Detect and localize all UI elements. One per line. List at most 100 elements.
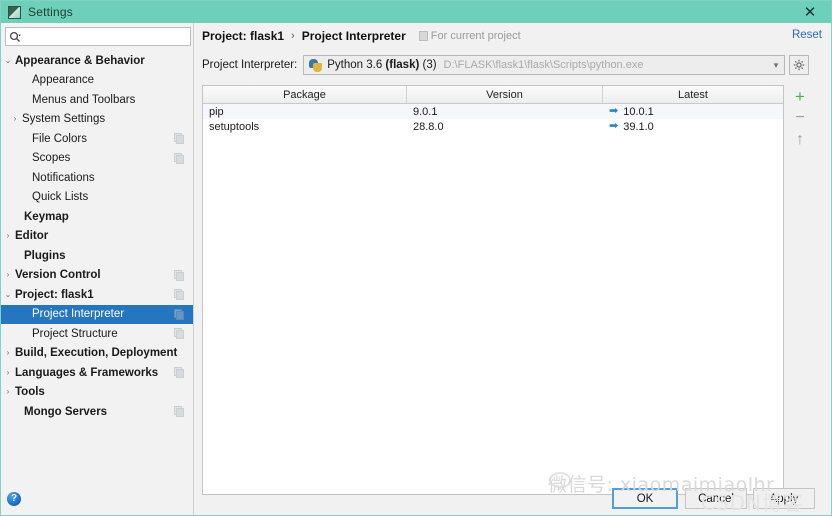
chevron-right-icon[interactable]: › — [1, 388, 15, 396]
sidebar-item-scopes[interactable]: Scopes — [1, 149, 193, 169]
chevron-right-icon[interactable]: › — [1, 349, 15, 357]
sidebar-item-label: Plugins — [24, 249, 66, 262]
interpreter-dropdown[interactable]: Python 3.6 (flask) (3) D:\FLASK\flask1\f… — [303, 55, 786, 75]
packages-table: Package Version Latest pip 9.0.1 ➡ 10.0.1 setu… — [202, 85, 784, 495]
sidebar-item-appearance[interactable]: Appearance — [1, 71, 193, 91]
column-header-version[interactable]: Version — [407, 86, 603, 103]
breadcrumb-note: For current project — [418, 30, 521, 42]
breadcrumb-project[interactable]: Project: flask1 — [202, 29, 284, 43]
gear-icon[interactable] — [789, 55, 810, 75]
apply-button[interactable]: Apply — [753, 488, 815, 509]
sidebar-item-label: Editor — [15, 230, 49, 243]
chevron-down-icon[interactable]: ⌄ — [1, 56, 15, 65]
sidebar-item-label: Version Control — [15, 269, 101, 282]
packages-table-body: pip 9.0.1 ➡ 10.0.1 setuptools 28.8.0 ➡ 39.1.0 — [203, 104, 783, 134]
cell-latest: ➡ 10.0.1 — [603, 104, 783, 119]
sidebar-item-plugins[interactable]: Plugins — [1, 246, 193, 266]
scope-icon — [174, 367, 185, 378]
interpreter-name-env: (flask) — [385, 59, 420, 71]
chevron-right-icon[interactable]: › — [1, 271, 15, 279]
cell-version: 28.8.0 — [413, 120, 444, 133]
settings-tree: ⌄ Appearance & Behavior Appearance Menus an… — [1, 51, 193, 481]
sidebar-item-label: Quick Lists — [32, 191, 89, 204]
sidebar-item-label: Languages & Frameworks — [15, 366, 159, 379]
scope-icon — [174, 308, 185, 320]
sidebar-item-version-control[interactable]: › Version Control — [1, 266, 193, 286]
scope-icon — [418, 31, 428, 41]
dialog-footer: OK Cancel Apply — [1, 481, 831, 515]
interpreter-name: Python 3.6 (flask) (3) — [327, 59, 436, 71]
cell-latest-version: 10.0.1 — [623, 105, 654, 118]
chevron-right-icon[interactable]: › — [1, 232, 15, 240]
page-title: Project Interpreter — [301, 29, 406, 43]
sidebar-item-label: Keymap — [24, 210, 69, 223]
breadcrumb-note-label: For current project — [430, 30, 521, 42]
interpreter-row: Project Interpreter: Python 3.6 (flask) … — [202, 54, 822, 76]
breadcrumb-separator: › — [291, 30, 295, 42]
search-icon — [6, 28, 24, 46]
sidebar-item-project-structure[interactable]: Project Structure — [1, 324, 193, 344]
sidebar-item-label: Project Interpreter — [32, 308, 125, 321]
sidebar-item-project-flask1[interactable]: ⌄ Project: flask1 — [1, 285, 193, 305]
sidebar-item-appearance-behavior[interactable]: ⌄ Appearance & Behavior — [1, 51, 193, 71]
settings-dialog: Settings ✕ ⌄ Appearance & Behavior Appeara… — [0, 0, 832, 516]
settings-sidebar: ⌄ Appearance & Behavior Appearance Menus an… — [1, 23, 194, 515]
reset-link[interactable]: Reset — [792, 29, 822, 41]
scope-icon — [174, 328, 185, 339]
sidebar-item-file-colors[interactable]: File Colors — [1, 129, 193, 149]
cell-package: pip — [209, 105, 224, 118]
sidebar-item-label: Project: flask1 — [15, 288, 94, 301]
scope-icon — [174, 152, 185, 164]
chevron-down-icon[interactable]: ⌄ — [1, 290, 15, 299]
interpreter-name-suffix: (3) — [419, 59, 437, 71]
search-box[interactable] — [5, 27, 191, 46]
sidebar-item-project-interpreter[interactable]: Project Interpreter — [1, 304, 193, 324]
sidebar-item-label: System Settings — [22, 113, 106, 126]
dialog-body: ⌄ Appearance & Behavior Appearance Menus an… — [1, 23, 831, 515]
sidebar-item-languages-frameworks[interactable]: › Languages & Frameworks — [1, 363, 193, 383]
table-row[interactable]: pip 9.0.1 ➡ 10.0.1 — [203, 104, 783, 119]
column-header-package[interactable]: Package — [203, 86, 407, 103]
sidebar-item-system-settings[interactable]: › System Settings — [1, 110, 193, 130]
search-input[interactable] — [24, 29, 174, 44]
python-icon — [309, 58, 323, 72]
interpreter-path: D:\FLASK\flask1\flask\Scripts\python.exe — [443, 59, 644, 71]
scope-icon — [174, 269, 185, 281]
upgrade-arrow-icon: ➡ — [609, 120, 619, 132]
sidebar-item-label: Mongo Servers — [24, 405, 108, 418]
sidebar-item-mongo-servers[interactable]: Mongo Servers — [1, 402, 193, 422]
sidebar-item-label: Appearance & Behavior — [15, 54, 145, 67]
add-package-button[interactable]: + — [789, 85, 811, 107]
cell-latest-version: 39.1.0 — [623, 120, 654, 133]
table-row[interactable]: setuptools 28.8.0 ➡ 39.1.0 — [203, 119, 783, 134]
close-icon[interactable]: ✕ — [797, 3, 823, 21]
cancel-button[interactable]: Cancel — [685, 488, 747, 509]
chevron-down-icon[interactable]: ▾ — [774, 60, 779, 71]
cell-latest: ➡ 39.1.0 — [603, 119, 783, 134]
sidebar-item-build-execution-deployment[interactable]: › Build, Execution, Deployment — [1, 344, 193, 364]
ok-button[interactable]: OK — [612, 488, 678, 509]
sidebar-item-label: Menus and Toolbars — [32, 93, 136, 106]
sidebar-item-quick-lists[interactable]: Quick Lists — [1, 188, 193, 208]
scope-icon — [174, 133, 185, 144]
interpreter-label: Project Interpreter: — [202, 59, 298, 71]
breadcrumb: Project: flask1 › Project Interpreter Fo… — [202, 29, 521, 43]
window-title: Settings — [28, 5, 73, 19]
chevron-right-icon[interactable]: › — [8, 115, 22, 123]
sidebar-item-notifications[interactable]: Notifications — [1, 168, 193, 188]
chevron-right-icon[interactable]: › — [1, 368, 15, 377]
sidebar-item-menus-and-toolbars[interactable]: Menus and Toolbars — [1, 90, 193, 110]
sidebar-item-label: Tools — [15, 386, 45, 399]
sidebar-item-tools[interactable]: › Tools — [1, 383, 193, 403]
remove-package-button[interactable]: − — [789, 107, 811, 129]
scope-icon — [174, 289, 185, 300]
upgrade-package-button[interactable]: ↑ — [789, 129, 811, 151]
sidebar-item-editor[interactable]: › Editor — [1, 227, 193, 247]
sidebar-item-label: Notifications — [32, 171, 95, 184]
sidebar-item-keymap[interactable]: Keymap — [1, 207, 193, 227]
sidebar-item-label: Build, Execution, Deployment — [15, 347, 178, 360]
settings-detail-pane: Project: flask1 › Project Interpreter Fo… — [195, 23, 831, 515]
title-bar: Settings ✕ — [1, 1, 831, 23]
cell-package: setuptools — [209, 120, 260, 133]
column-header-latest[interactable]: Latest — [603, 86, 783, 103]
